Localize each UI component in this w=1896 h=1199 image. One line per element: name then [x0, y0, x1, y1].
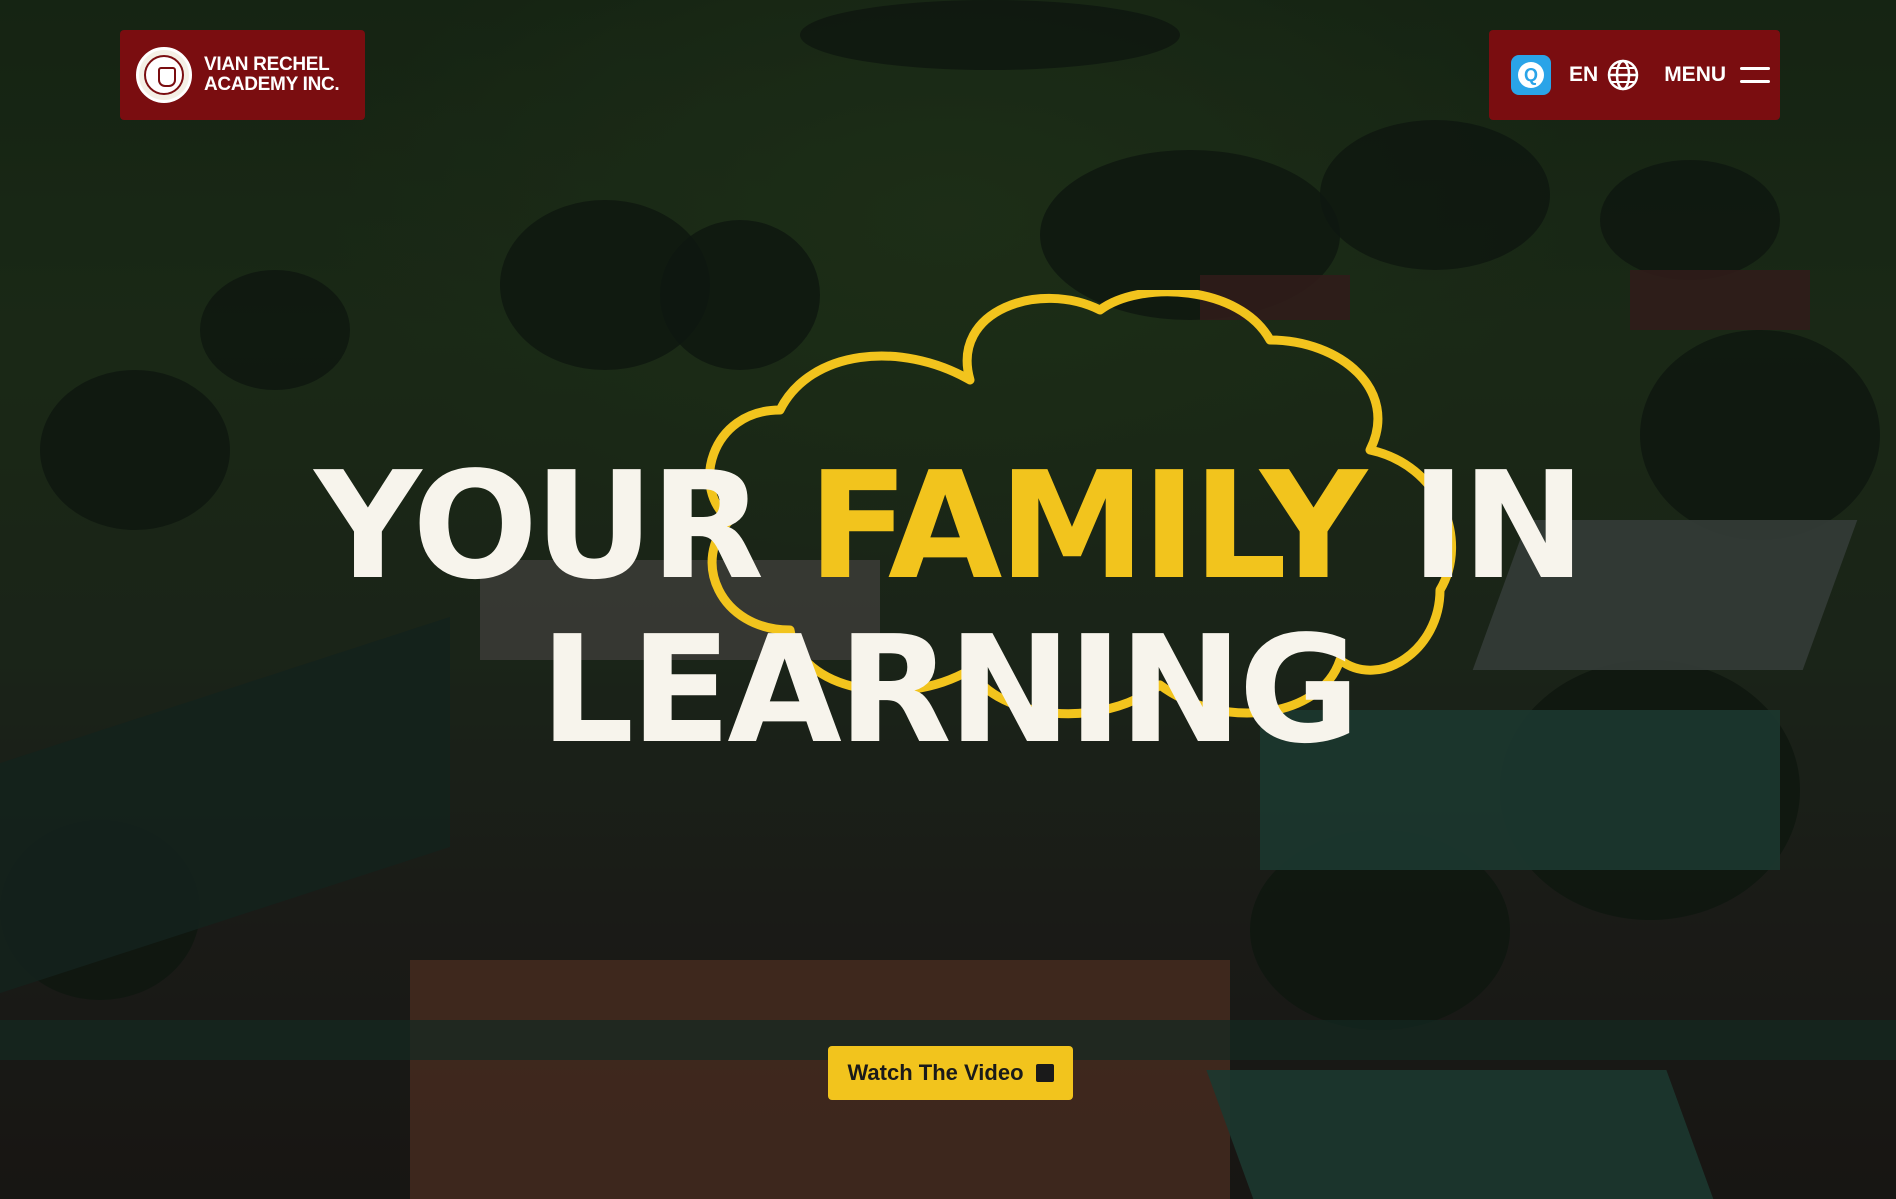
brand-name: VIAN RECHEL ACADEMY INC.: [204, 54, 340, 95]
headline-word-learning: LEARNING: [539, 604, 1360, 776]
watch-video-label: Watch The Video: [847, 1060, 1024, 1085]
school-seal-icon: [136, 47, 192, 103]
stop-square-icon: [1035, 1064, 1054, 1082]
globe-icon[interactable]: [1606, 58, 1640, 92]
q-app-button[interactable]: Q: [1511, 55, 1551, 95]
language-selector[interactable]: EN: [1569, 63, 1598, 87]
headline-word-your: YOUR: [314, 440, 764, 612]
q-app-icon: Q: [1518, 62, 1544, 88]
hamburger-icon[interactable]: [1740, 65, 1772, 85]
hero-headline-line2: LEARNING: [0, 610, 1896, 770]
headline-word-family: FAMILY: [807, 440, 1367, 612]
brand-name-line2: ACADEMY INC.: [204, 74, 340, 95]
hero-headline-line1: YOUR FAMILY IN: [0, 446, 1896, 606]
headline-word-in: IN: [1410, 440, 1586, 612]
hero-section: VIAN RECHEL ACADEMY INC. Q EN MENU YOUR …: [0, 0, 1896, 1199]
menu-button[interactable]: MENU: [1664, 63, 1726, 87]
brand-name-line1: VIAN RECHEL: [204, 54, 330, 75]
watch-video-button[interactable]: Watch The Video: [828, 1046, 1073, 1100]
header-nav: Q EN MENU: [1489, 30, 1780, 120]
brand-logo-link[interactable]: VIAN RECHEL ACADEMY INC.: [120, 30, 365, 120]
